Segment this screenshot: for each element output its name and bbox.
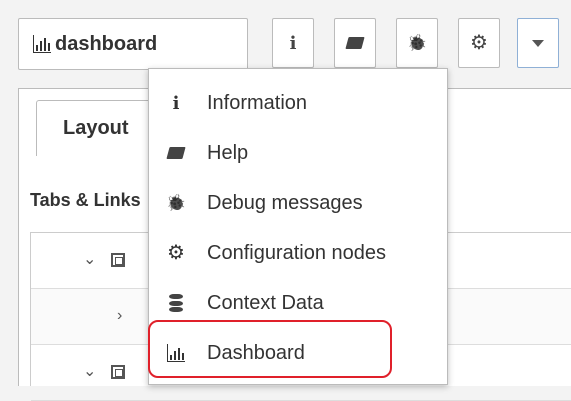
chevron-down-icon[interactable]: ⌄ <box>83 361 96 381</box>
bug-icon: 🐞 <box>407 35 427 52</box>
menu-item-label: Configuration nodes <box>207 241 387 264</box>
help-button[interactable] <box>334 18 376 68</box>
book-icon <box>345 37 365 49</box>
chevron-down-icon[interactable]: ⌄ <box>83 249 96 269</box>
database-icon <box>165 292 187 314</box>
menu-item-information[interactable]: i Information <box>149 78 449 128</box>
dashboard-highlight-box <box>148 320 392 378</box>
section-title: Tabs & Links <box>30 190 141 210</box>
debug-button[interactable]: 🐞 <box>396 18 438 68</box>
tab-layout[interactable]: Layout <box>36 100 166 156</box>
config-button[interactable]: ⚙ <box>458 18 500 68</box>
sidebar-tab-dashboard[interactable]: dashboard <box>18 18 248 70</box>
gear-icon: ⚙ <box>470 32 488 54</box>
gear-icon: ⚙ <box>167 242 185 264</box>
chart-icon <box>33 35 51 53</box>
chevron-down-icon <box>532 39 544 47</box>
tab-layout-label: Layout <box>63 117 129 139</box>
bug-icon: 🐞 <box>166 195 186 212</box>
info-icon: i <box>289 32 297 54</box>
info-icon: i <box>172 92 180 114</box>
group-icon <box>111 365 125 379</box>
sidebar-menu-button[interactable] <box>517 18 559 68</box>
sidebar-tab-label: dashboard <box>55 32 158 55</box>
menu-item-help[interactable]: Help <box>149 128 449 178</box>
book-icon <box>165 142 187 164</box>
menu-item-configuration-nodes[interactable]: ⚙ Configuration nodes <box>149 228 449 278</box>
group-icon <box>111 253 125 267</box>
menu-item-label: Help <box>207 141 249 164</box>
menu-item-label: Debug messages <box>207 191 363 214</box>
chevron-right-icon[interactable]: › <box>117 307 122 325</box>
menu-item-label: Context Data <box>207 291 324 314</box>
info-button[interactable]: i <box>272 18 314 68</box>
menu-item-debug-messages[interactable]: 🐞 Debug messages <box>149 178 449 228</box>
menu-item-label: Information <box>207 91 308 114</box>
